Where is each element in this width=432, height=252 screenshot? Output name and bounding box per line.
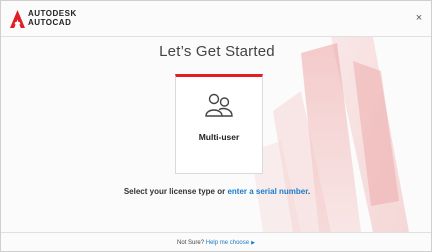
close-icon[interactable]: ×	[413, 12, 425, 24]
autocad-logo-icon	[10, 10, 25, 28]
serial-number-link[interactable]: enter a serial number	[227, 187, 307, 196]
license-prefix: Select your license type or	[123, 187, 228, 196]
license-instructions: Select your license type or enter a seri…	[1, 187, 431, 196]
license-suffix: .	[307, 187, 311, 196]
play-arrow-icon: ▶	[251, 240, 255, 246]
footer-bar: Not Sure? Help me choose ▶	[1, 232, 431, 251]
page-title: Let’s Get Started	[159, 43, 275, 60]
brand-autocad: AUTOCAD	[28, 18, 72, 27]
header-bar: AUTODESK AUTOCAD ×	[1, 1, 431, 37]
users-icon	[205, 93, 233, 117]
brand-autodesk: AUTODESK	[28, 9, 77, 18]
help-me-choose-link[interactable]: Help me choose	[206, 240, 249, 246]
multi-user-license-card[interactable]: Multi-user	[175, 74, 263, 174]
footer-prefix: Not Sure?	[177, 240, 206, 246]
card-label: Multi-user	[198, 132, 240, 142]
autocad-start-dialog: AUTODESK AUTOCAD × Let’s Get Started Mul…	[0, 0, 432, 252]
